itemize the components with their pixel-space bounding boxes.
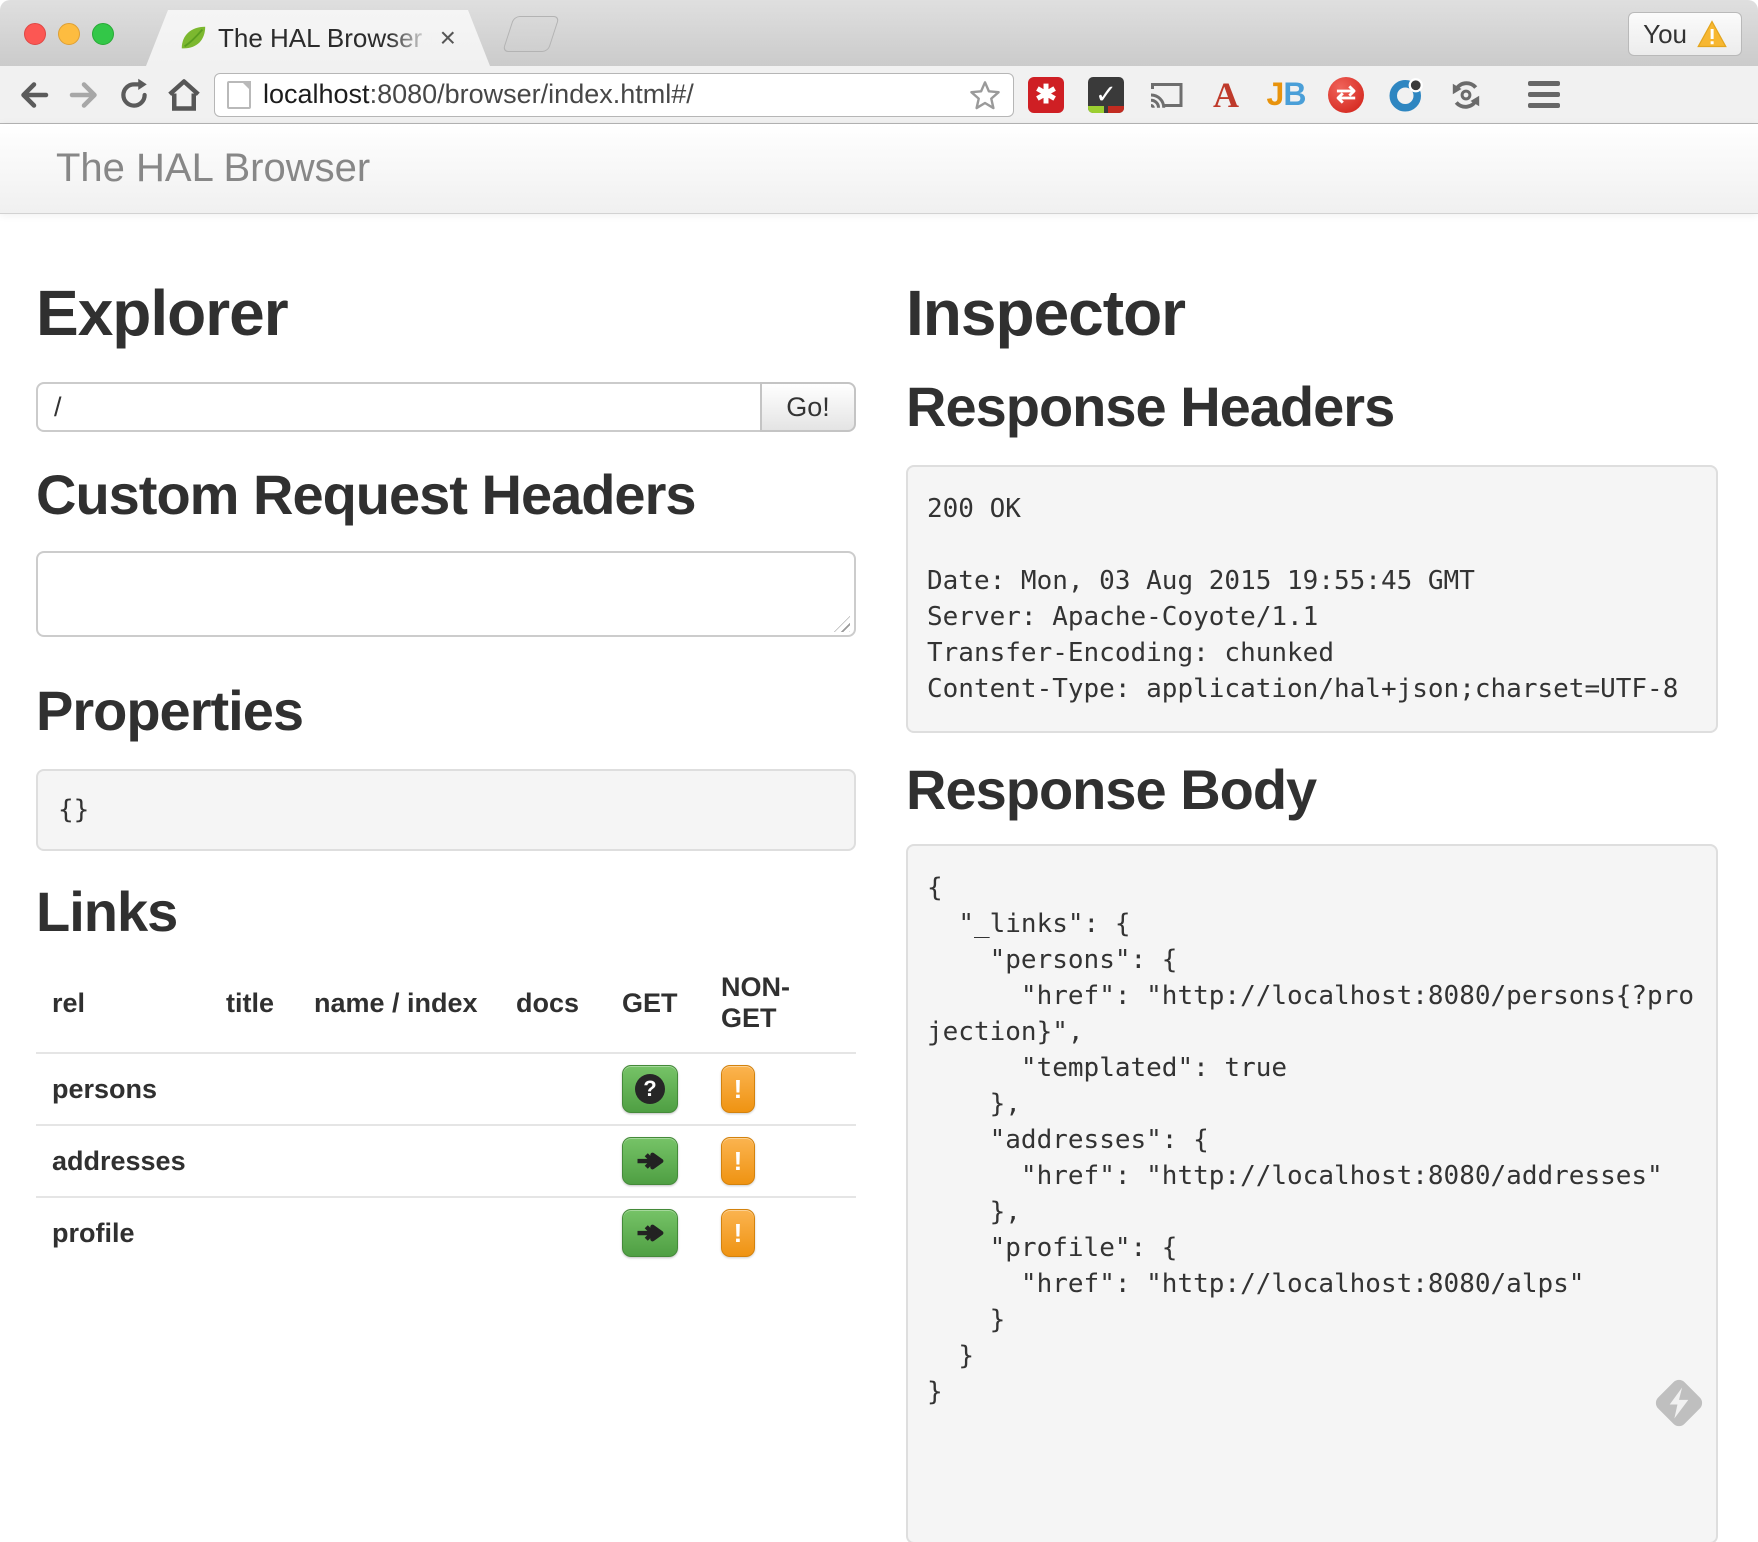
link-name-index: [298, 1125, 500, 1197]
new-tab-button[interactable]: [502, 16, 560, 52]
explorer-title: Explorer: [36, 276, 856, 350]
sync-red-extension-icon[interactable]: ⇄: [1328, 77, 1364, 113]
minimize-window-icon[interactable]: [58, 23, 80, 45]
go-button[interactable]: Go!: [760, 382, 856, 432]
col-header-docs: docs: [500, 960, 606, 1053]
home-button[interactable]: [164, 75, 204, 115]
explorer-column: Explorer Go! Custom Request Headers Prop…: [36, 214, 856, 1542]
col-header-get: GET: [606, 960, 705, 1053]
jb-extension-icon[interactable]: JB: [1268, 77, 1304, 113]
tab-title: The HAL Browser (customi: [218, 23, 436, 54]
col-header-name-index: name / index: [298, 960, 500, 1053]
chrome-menu-icon[interactable]: [1528, 81, 1560, 108]
address-bar[interactable]: localhost:8080/browser/index.html#/: [214, 73, 1014, 117]
reload-button[interactable]: [114, 75, 154, 115]
link-rel: addresses: [36, 1125, 210, 1197]
arrow-right-icon: [635, 1148, 665, 1174]
checkmark-extension-icon[interactable]: ✓: [1088, 77, 1124, 113]
refresh-extension-icon[interactable]: [1448, 77, 1484, 113]
custom-headers-textarea[interactable]: [36, 551, 856, 637]
inspector-title: Inspector: [906, 276, 1718, 350]
links-table: rel title name / index docs GET NON-GET …: [36, 960, 856, 1268]
get-button[interactable]: ?: [622, 1065, 678, 1113]
exclamation-icon: !: [734, 1146, 743, 1177]
non-get-button[interactable]: !: [721, 1065, 755, 1113]
non-get-button[interactable]: !: [721, 1137, 755, 1185]
page-content: Explorer Go! Custom Request Headers Prop…: [0, 214, 1758, 1542]
properties-box: {}: [36, 769, 856, 851]
link-table-row: profile ? !: [36, 1197, 856, 1268]
watermark-badge-icon: [1648, 1372, 1710, 1434]
link-rel: profile: [36, 1197, 210, 1268]
get-button[interactable]: ?: [622, 1137, 678, 1185]
window-controls: [24, 23, 114, 45]
col-header-non-get: NON-GET: [705, 960, 856, 1053]
link-table-row: addresses ? !: [36, 1125, 856, 1197]
link-title: [210, 1053, 298, 1125]
page-icon: [227, 81, 251, 109]
link-name-index: [298, 1053, 500, 1125]
link-docs: [500, 1125, 606, 1197]
spring-leaf-favicon: [178, 23, 208, 53]
profile-label: You: [1643, 19, 1687, 50]
warning-icon: [1697, 20, 1727, 48]
response-body-box: { "_links": { "persons": { "href": "http…: [906, 844, 1718, 1542]
url-text[interactable]: localhost:8080/browser/index.html#/: [263, 79, 969, 110]
link-docs: [500, 1053, 606, 1125]
browser-tab[interactable]: The HAL Browser (customi ×: [146, 10, 490, 66]
inspector-column: Inspector Response Headers 200 OK Date: …: [906, 214, 1718, 1542]
letter-a-extension-icon[interactable]: A: [1208, 77, 1244, 113]
response-body-title: Response Body: [906, 757, 1718, 822]
custom-headers-title: Custom Request Headers: [36, 462, 856, 527]
back-button[interactable]: [14, 75, 54, 115]
brand-title[interactable]: The HAL Browser: [56, 146, 370, 191]
uri-input-group: Go!: [36, 382, 856, 432]
chromecast-extension-icon[interactable]: [1148, 77, 1184, 113]
links-table-body: persons ? !: [36, 1053, 856, 1268]
tab-close-icon[interactable]: ×: [440, 24, 456, 52]
close-window-icon[interactable]: [24, 23, 46, 45]
link-title: [210, 1197, 298, 1268]
lastpass-extension-icon[interactable]: ✱: [1028, 77, 1064, 113]
response-headers-box: 200 OK Date: Mon, 03 Aug 2015 19:55:45 G…: [906, 465, 1718, 733]
arrow-right-icon: [635, 1220, 665, 1246]
link-rel: persons: [36, 1053, 210, 1125]
browser-toolbar: localhost:8080/browser/index.html#/ ✱ ✓ …: [0, 66, 1758, 124]
bookmark-star-icon[interactable]: [969, 79, 1001, 111]
col-header-title: title: [210, 960, 298, 1053]
question-sign-icon: ?: [635, 1074, 665, 1104]
uri-input[interactable]: [36, 382, 760, 432]
zoom-window-icon[interactable]: [92, 23, 114, 45]
page-navbar: The HAL Browser: [0, 124, 1758, 214]
links-title: Links: [36, 879, 856, 944]
link-docs: [500, 1197, 606, 1268]
url-host: localhost: [263, 79, 370, 109]
blue-circle-extension-icon[interactable]: [1388, 77, 1424, 113]
profile-button[interactable]: You: [1628, 12, 1742, 56]
browser-tab-strip: The HAL Browser (customi × You: [0, 0, 1758, 66]
link-table-row: persons ? !: [36, 1053, 856, 1125]
link-name-index: [298, 1197, 500, 1268]
extension-icons: ✱ ✓ A JB ⇄: [1028, 77, 1560, 113]
col-header-rel: rel: [36, 960, 210, 1053]
properties-title: Properties: [36, 678, 856, 743]
link-title: [210, 1125, 298, 1197]
exclamation-icon: !: [734, 1218, 743, 1249]
exclamation-icon: !: [734, 1074, 743, 1105]
response-headers-title: Response Headers: [906, 374, 1718, 439]
forward-button[interactable]: [64, 75, 104, 115]
get-button[interactable]: ?: [622, 1209, 678, 1257]
non-get-button[interactable]: !: [721, 1209, 755, 1257]
url-path: :8080/browser/index.html#/: [370, 79, 694, 109]
